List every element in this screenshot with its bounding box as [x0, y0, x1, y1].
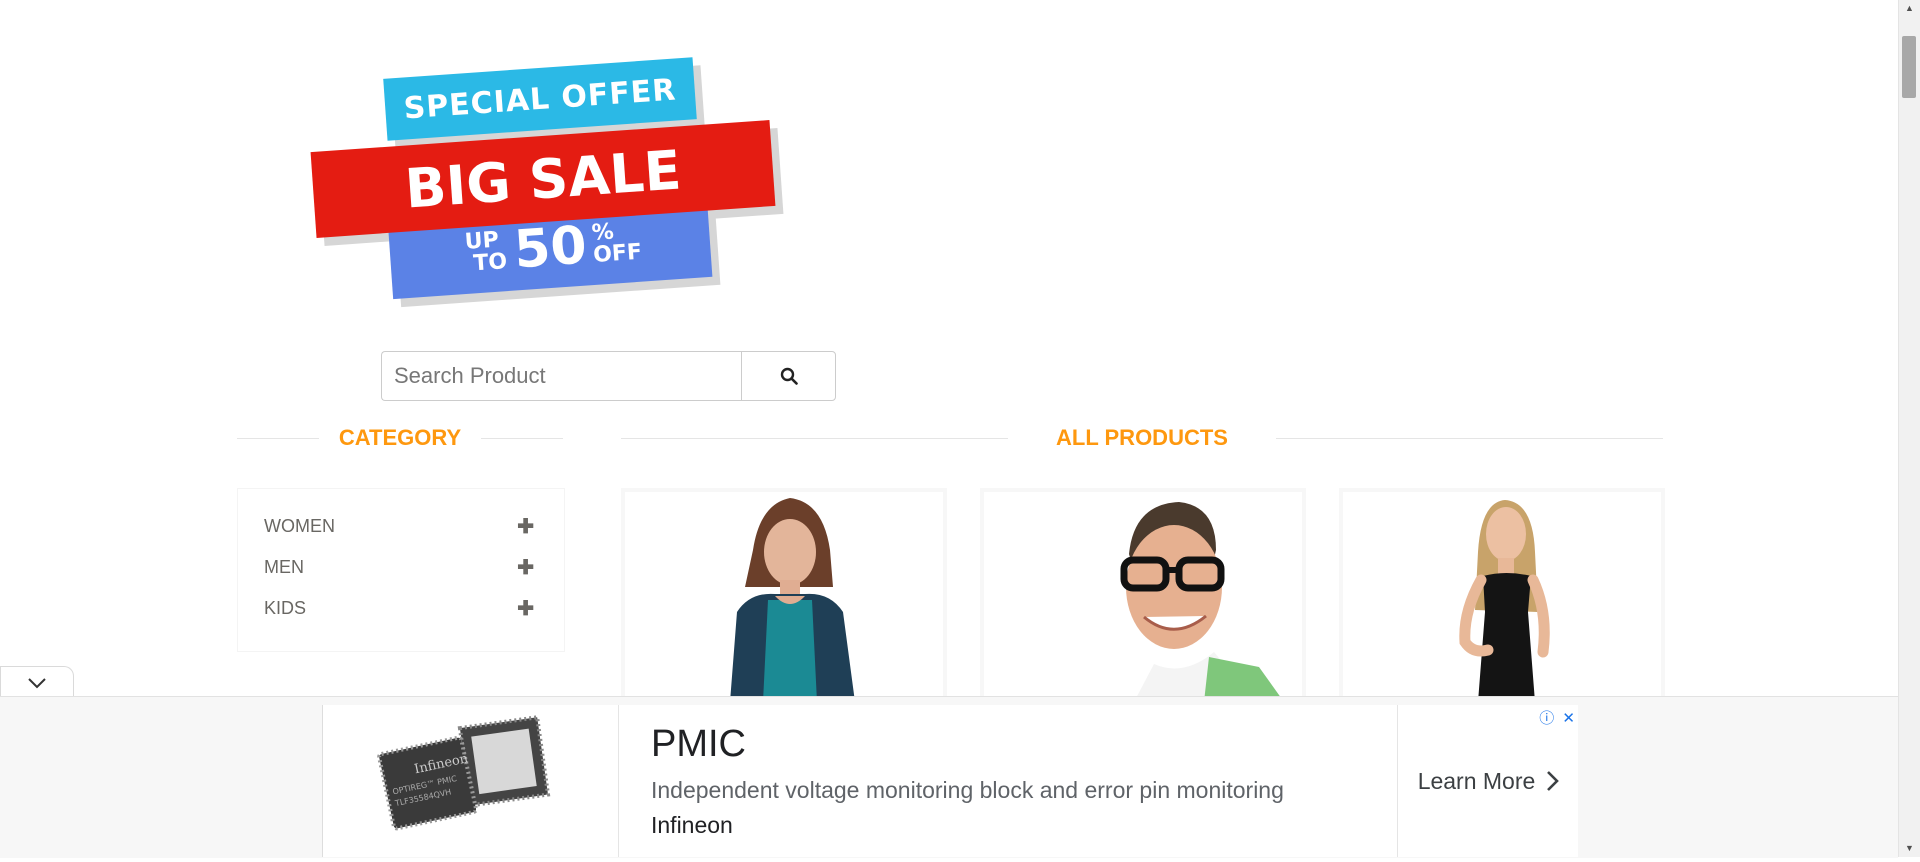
- plus-icon[interactable]: ✚: [517, 514, 534, 539]
- banner-percentage: 50: [512, 215, 589, 281]
- category-label: KIDS: [264, 598, 307, 618]
- category-item-women[interactable]: WOMEN ✚: [238, 506, 564, 547]
- page-scrollbar[interactable]: ▲ ▼: [1898, 0, 1920, 857]
- ad-title[interactable]: PMIC: [651, 723, 746, 766]
- chevron-right-icon: [1547, 771, 1560, 791]
- search-form: Search Product: [381, 351, 836, 401]
- ad-image[interactable]: Infineon OPTIREG™ PMIC TLF35584QVH: [323, 705, 619, 857]
- ad-advertiser[interactable]: Infineon: [651, 812, 733, 839]
- scrollbar-thumb[interactable]: [1902, 36, 1916, 98]
- ad-collapse-button[interactable]: [0, 666, 74, 698]
- product-image-woman-dress[interactable]: [1343, 492, 1661, 702]
- all-products-title: ALL PRODUCTS: [1056, 425, 1228, 450]
- search-icon: [780, 367, 798, 385]
- product-card[interactable]: [980, 488, 1306, 706]
- ad-cta-label: Learn More: [1417, 767, 1536, 794]
- product-image-woman[interactable]: [625, 492, 943, 702]
- ad-badges: ⓘ ✕: [1539, 707, 1575, 728]
- category-label: MEN: [264, 557, 304, 577]
- category-label: WOMEN: [264, 516, 335, 536]
- chip-image: Infineon OPTIREG™ PMIC TLF35584QVH: [377, 715, 551, 831]
- category-panel: WOMEN ✚ MEN ✚ KIDS ✚: [237, 488, 565, 652]
- banner-off: % OFF: [590, 219, 643, 268]
- category-item-men[interactable]: MEN ✚: [238, 547, 564, 588]
- category-heading: CATEGORY: [237, 422, 564, 454]
- plus-icon[interactable]: ✚: [517, 596, 534, 621]
- product-image-man[interactable]: [984, 492, 1302, 702]
- search-input[interactable]: Search Product: [381, 351, 741, 401]
- ad-info-icon[interactable]: ⓘ: [1539, 710, 1554, 727]
- product-card[interactable]: [1339, 488, 1665, 706]
- category-title: CATEGORY: [338, 425, 462, 450]
- search-button[interactable]: [741, 351, 836, 401]
- ad-close-icon[interactable]: ✕: [1562, 710, 1575, 727]
- all-products-heading: ALL PRODUCTS: [621, 422, 1663, 454]
- advertisement[interactable]: Infineon OPTIREG™ PMIC TLF35584QVH PMIC …: [322, 705, 1578, 857]
- category-item-kids[interactable]: KIDS ✚: [238, 588, 564, 629]
- product-card[interactable]: [621, 488, 947, 706]
- scroll-up-arrow-icon[interactable]: ▲: [1899, 0, 1920, 17]
- banner-up-to: UP TO: [463, 227, 508, 277]
- sale-banner: SPECIAL OFFER UP TO 50 % OFF BIG SALE: [305, 50, 795, 308]
- scroll-down-arrow-icon[interactable]: ▼: [1899, 840, 1920, 857]
- plus-icon[interactable]: ✚: [517, 555, 534, 580]
- chevron-down-icon: [28, 677, 46, 688]
- ad-description[interactable]: Independent voltage monitoring block and…: [651, 777, 1284, 804]
